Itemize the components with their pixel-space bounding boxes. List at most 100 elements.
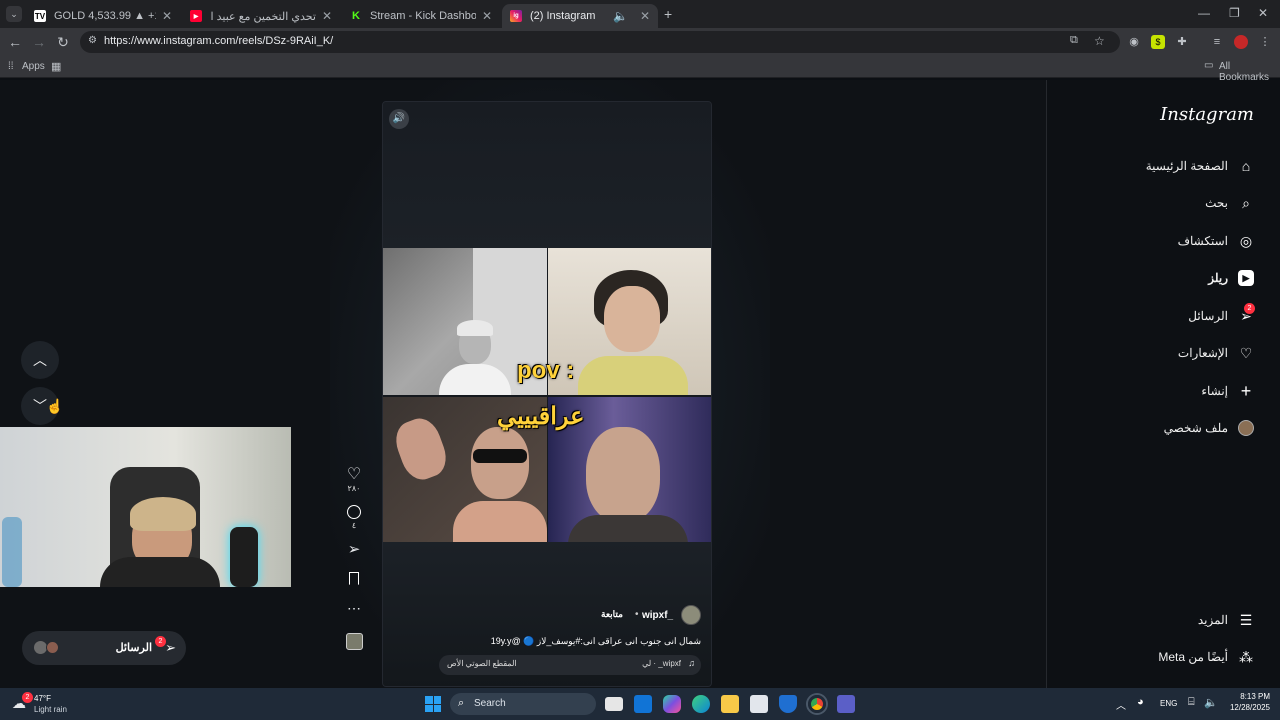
audio-title: المقطع الصوتي الأص — [447, 659, 517, 668]
address-bar[interactable]: ⚙ https://www.instagram.com/reels/DSz-9R… — [80, 31, 1120, 53]
more-options-button[interactable]: ⋯ — [342, 601, 366, 615]
tab-gold[interactable]: TV GOLD 4,533.99 ▲ +1.22% Unna ✕ — [26, 4, 180, 28]
close-icon[interactable]: ✕ — [322, 9, 332, 23]
puzzle-icon[interactable]: ✚ — [1175, 35, 1189, 49]
apps-grid-icon: ⁞⁞ — [8, 61, 14, 72]
like-count: ٢٨٠ — [347, 484, 361, 493]
comment-icon — [347, 505, 361, 519]
bookmark-star-icon[interactable]: ☆ — [1094, 34, 1105, 48]
reel-video[interactable]: 🔊 pov : عراقيييي wipxf_ • متابعة شمال ان… — [382, 101, 712, 687]
minimize-button[interactable]: — — [1198, 6, 1210, 20]
clock[interactable]: 8:13 PM 12/28/2025 — [1224, 692, 1270, 712]
nav-label: أيضًا من Meta — [1158, 650, 1228, 664]
tab-kick[interactable]: K Stream - Kick Dashboard ✕ — [342, 4, 500, 28]
nav-notifications[interactable]: ♡ الإشعارات — [1178, 345, 1254, 361]
network-icon[interactable]: ⌸ — [1188, 696, 1195, 709]
copilot-icon[interactable] — [663, 695, 681, 713]
browser-tab-strip: ⌄ TV GOLD 4,533.99 ▲ +1.22% Unna ✕ ▶ تحد… — [0, 0, 1280, 28]
new-tab-button[interactable]: + — [664, 6, 672, 22]
nav-create[interactable]: + إنشاء — [1201, 381, 1254, 401]
mute-button[interactable]: 🔊 — [389, 109, 409, 129]
apps-bookmark[interactable]: Apps — [22, 61, 45, 72]
overlay-text-pov: pov : — [517, 357, 575, 384]
audio-thumbnail[interactable] — [345, 633, 363, 650]
follow-button[interactable]: متابعة — [601, 609, 623, 620]
windows-start-button[interactable] — [425, 696, 441, 712]
forward-button[interactable]: → — [31, 34, 47, 50]
messages-pill[interactable]: ➢ 2 الرسائل — [22, 631, 186, 665]
author-avatar[interactable] — [681, 605, 701, 625]
instagram-page: 🔊 pov : عراقيييي wipxf_ • متابعة شمال ان… — [0, 80, 1280, 688]
chrome-icon[interactable] — [808, 695, 826, 713]
reload-button[interactable]: ↻ — [55, 34, 71, 50]
weather-widget[interactable]: ☁ 2 47°F Light rain — [10, 692, 90, 716]
tab-youtube[interactable]: ▶ تحدي التخمين مع عبيد البريطاني ✕ — [182, 4, 340, 28]
nav-more[interactable]: ☰ المزيد — [1198, 612, 1254, 628]
nav-label: إنشاء — [1201, 384, 1228, 398]
comment-button[interactable]: ٤ — [342, 505, 366, 530]
close-icon[interactable]: ✕ — [640, 9, 650, 23]
nav-home[interactable]: ⌂ الصفحة الرئيسية — [1146, 158, 1254, 174]
instagram-logo[interactable]: Instagram — [1160, 104, 1254, 125]
taskbar-search[interactable]: ⌕ Search — [450, 693, 596, 715]
tab-instagram[interactable]: ig (2) Instagram 🔈 ✕ — [502, 4, 658, 28]
windows-taskbar: ☁ 2 47°F Light rain ⌕ Search ︿ ◕ ENG ⌸ 🔈… — [0, 688, 1280, 720]
webcam-overlay — [0, 427, 291, 587]
task-view-icon[interactable] — [605, 697, 623, 711]
menu-icon[interactable]: ⋮ — [1258, 35, 1272, 49]
nav-also-from-meta[interactable]: ⁂ أيضًا من Meta — [1158, 649, 1254, 665]
extension-icon[interactable]: ◉ — [1127, 35, 1141, 49]
youtube-icon: ▶ — [190, 10, 202, 22]
extension-green-icon[interactable]: $ — [1151, 35, 1165, 49]
site-info-icon[interactable]: ⚙ — [88, 35, 97, 46]
teams-icon[interactable] — [837, 695, 855, 713]
weather-desc: Light rain — [34, 705, 67, 714]
nav-search[interactable]: ⌕ بحث — [1205, 195, 1254, 211]
streamer-body — [100, 557, 220, 587]
search-icon: ⌕ — [1242, 194, 1250, 211]
reel-caption: شمال انى جنوب انى عراقى انى:#يوسف_لاز 🔵 … — [490, 636, 701, 646]
person-body — [453, 501, 547, 544]
outlook-icon[interactable] — [634, 695, 652, 713]
nav-label: الرسائل — [1188, 309, 1228, 323]
restore-button[interactable]: ❐ — [1229, 6, 1240, 20]
tradingview-icon: TV — [34, 10, 46, 22]
file-explorer-icon[interactable] — [721, 695, 739, 713]
profile-avatar[interactable] — [1234, 35, 1248, 49]
media-control-icon[interactable]: ≡ — [1210, 35, 1224, 49]
clock-date: 12/28/2025 — [1229, 703, 1270, 712]
tray-chevron-icon[interactable]: ︿ — [1116, 697, 1126, 712]
install-icon[interactable]: ⧉ — [1070, 34, 1078, 47]
close-icon[interactable]: ✕ — [482, 9, 492, 23]
close-window-button[interactable]: ✕ — [1258, 6, 1268, 20]
messages-label: الرسائل — [115, 642, 152, 654]
close-icon[interactable]: ✕ — [162, 9, 172, 23]
author-username[interactable]: wipxf_ — [642, 610, 673, 621]
nav-label: الإشعارات — [1177, 346, 1228, 360]
edge-icon[interactable] — [692, 695, 710, 713]
like-button[interactable]: ♡ ٢٨٠ — [342, 466, 366, 493]
discord-icon[interactable]: ◕ — [1137, 696, 1144, 708]
kick-icon: K — [350, 10, 362, 22]
tab-search-button[interactable]: ⌄ — [6, 6, 22, 22]
audio-pill[interactable]: ♫ wipxf_ · لي المقطع الصوتي الأص — [439, 655, 701, 675]
tab-groups-icon[interactable]: ▦ — [51, 60, 61, 73]
tab-title: (2) Instagram — [530, 10, 596, 22]
compass-icon: ◎ — [1239, 232, 1253, 249]
speaker-icon[interactable]: 🔈 — [613, 9, 628, 23]
nav-messages[interactable]: ➢ 2 الرسائل — [1188, 303, 1255, 324]
volume-icon[interactable]: 🔈 — [1204, 696, 1218, 709]
back-button[interactable]: ← — [7, 34, 23, 50]
store-icon[interactable] — [750, 695, 768, 713]
previous-reel-button[interactable]: ︿ — [21, 341, 59, 379]
nav-reels[interactable]: ▶ ريلز — [1208, 270, 1254, 286]
share-button[interactable]: ➢ — [342, 542, 366, 558]
weather-badge: 2 — [22, 692, 33, 703]
security-shield-icon[interactable] — [779, 695, 797, 713]
language-indicator[interactable]: ENG — [1160, 699, 1177, 708]
nav-explore[interactable]: ◎ استكشاف — [1178, 233, 1254, 249]
nav-label: استكشاف — [1177, 234, 1228, 248]
nav-profile[interactable]: ملف شخصي — [1164, 420, 1254, 436]
save-button[interactable] — [342, 572, 366, 585]
hamburger-icon: ☰ — [1239, 611, 1253, 628]
